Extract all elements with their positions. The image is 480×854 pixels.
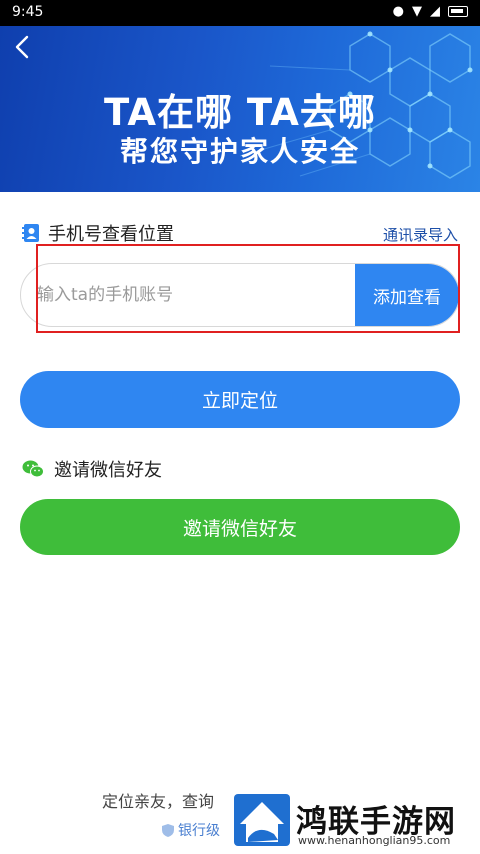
footer-security-text: 银行级 bbox=[178, 823, 220, 839]
watermark-logo-icon bbox=[234, 794, 290, 846]
hero-banner: TA在哪 TA去哪 帮您守护家人安全 bbox=[0, 26, 480, 192]
battery-icon bbox=[448, 6, 468, 17]
phone-section-heading: 手机号查看位置 bbox=[22, 220, 174, 246]
status-icons: ● ▼ ◢ bbox=[393, 4, 468, 19]
phone-section-title: 手机号查看位置 bbox=[48, 224, 174, 245]
banner-title: TA在哪 TA去哪 bbox=[104, 91, 376, 134]
invite-wechat-friends-button[interactable]: 邀请微信好友 bbox=[20, 499, 460, 555]
phone-input-group: 添加查看 bbox=[20, 263, 460, 327]
footer-security-note: 银行级 bbox=[162, 820, 220, 840]
invite-section-title: 邀请微信好友 bbox=[54, 460, 162, 481]
add-view-button[interactable]: 添加查看 bbox=[355, 264, 459, 326]
site-watermark: 鸿联手游网 www.henanhonglian95.com bbox=[230, 790, 480, 854]
shield-icon bbox=[162, 823, 174, 837]
phone-number-input[interactable] bbox=[37, 264, 355, 326]
status-time: 9:45 bbox=[12, 4, 44, 20]
location-icon: ● bbox=[392, 4, 404, 19]
banner-subtitle: 帮您守护家人安全 bbox=[119, 135, 360, 168]
back-arrow-icon[interactable] bbox=[10, 34, 36, 60]
contacts-import-link[interactable]: 通讯录导入 bbox=[383, 224, 458, 245]
watermark-url: www.henanhonglian95.com bbox=[298, 834, 451, 847]
locate-now-button[interactable]: 立即定位 bbox=[20, 371, 460, 428]
wechat-icon bbox=[22, 460, 44, 478]
contact-book-icon bbox=[22, 224, 39, 242]
invite-section-heading: 邀请微信好友 bbox=[22, 456, 162, 482]
wifi-icon: ▼ bbox=[412, 4, 422, 19]
status-bar: 9:45 ● ▼ ◢ bbox=[0, 0, 480, 26]
footer-text: 定位亲友，查询 bbox=[102, 792, 215, 811]
signal-icon: ◢ bbox=[430, 4, 440, 19]
